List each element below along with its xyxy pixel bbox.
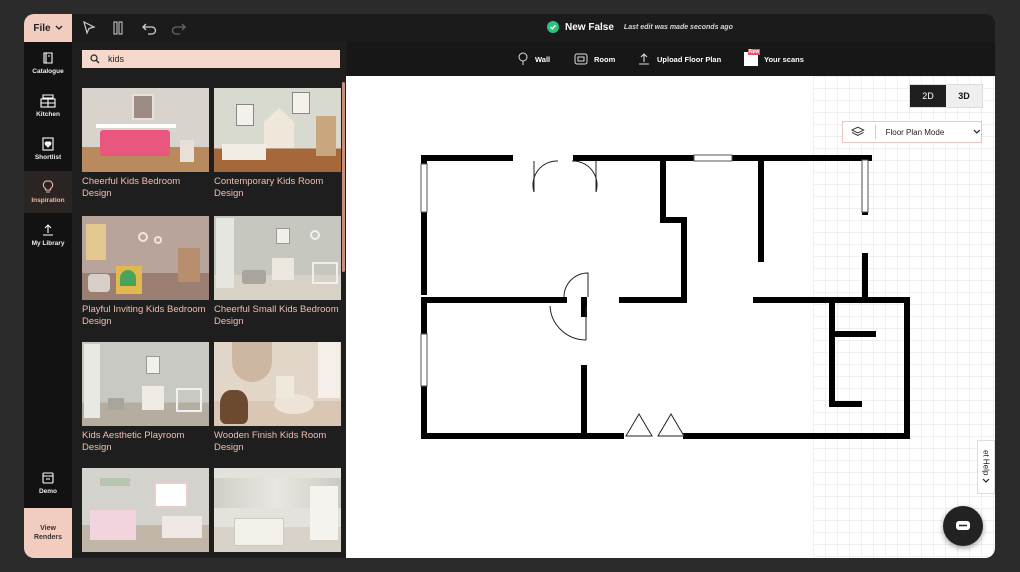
card-thumbnail [214, 216, 341, 300]
card-thumbnail [214, 342, 341, 426]
card-thumbnail [214, 88, 341, 172]
demo-icon [42, 472, 54, 484]
scan-icon: New [744, 49, 761, 66]
wall-tool-button[interactable]: Wall [517, 52, 550, 66]
inspiration-card[interactable] [82, 468, 209, 556]
select-pointer-icon[interactable] [80, 19, 98, 37]
card-thumbnail [82, 216, 209, 300]
left-rail: Catalogue Kitchen Shortlist Inspiration … [24, 42, 72, 558]
inspiration-card[interactable]: Playful Inviting Kids Bedroom Design [82, 216, 209, 328]
rail-item-kitchen[interactable]: Kitchen [24, 85, 72, 127]
room-icon [574, 53, 588, 65]
check-circle-icon [547, 21, 559, 33]
measure-icon[interactable] [109, 19, 127, 37]
rail-item-shortlist[interactable]: Shortlist [24, 128, 72, 170]
kitchen-icon [40, 94, 56, 108]
chat-icon [956, 521, 970, 530]
rail-label: Demo [38, 488, 58, 495]
mode-select[interactable]: Floor Plan Mode [842, 121, 982, 143]
rail-item-inspiration[interactable]: Inspiration [24, 171, 72, 213]
rail-label: Catalogue [32, 68, 64, 75]
app-window: File New False Last edit was made second… [24, 14, 995, 558]
room-tool-button[interactable]: Room [574, 52, 615, 66]
card-thumbnail [82, 88, 209, 172]
inspiration-card[interactable]: Cheerful Small Kids Bedroom Design [214, 216, 341, 328]
get-help-tab[interactable]: et Help [977, 440, 995, 494]
wall-tool-label: Wall [535, 54, 551, 64]
rail-label: Kitchen [36, 111, 60, 118]
new-badge: New [748, 49, 761, 55]
inspiration-card[interactable] [214, 468, 341, 556]
card-title: Cheerful Kids Bedroom Design [82, 176, 181, 199]
chevron-down-icon [973, 129, 981, 134]
your-scans-button[interactable]: New Your scans [744, 49, 804, 66]
card-thumbnail [214, 468, 341, 552]
upload-icon [43, 224, 53, 236]
toggle-3d-button[interactable]: 3D [946, 85, 982, 107]
search-icon [90, 54, 100, 64]
scrollbar[interactable] [342, 82, 345, 272]
rail-label: My Library [31, 240, 65, 247]
inspiration-card[interactable]: Wooden Finish Kids Room Design [214, 342, 341, 454]
card-thumbnail [82, 342, 209, 426]
card-title: Contemporary Kids Room Design [214, 176, 324, 199]
shortlist-icon [42, 137, 54, 151]
view-renders-button[interactable]: View Renders [24, 508, 72, 558]
search-input[interactable] [108, 54, 308, 64]
upload-floor-plan-button[interactable]: Upload Floor Plan [637, 52, 721, 66]
catalogue-icon [43, 52, 53, 64]
card-title: Cheerful Small Kids Bedroom Design [214, 304, 339, 327]
help-label: et Help [981, 449, 991, 476]
wall-icon [518, 52, 528, 65]
card-thumbnail [82, 468, 209, 552]
rail-label: Shortlist [34, 154, 62, 161]
chat-button[interactable] [943, 506, 983, 546]
toggle-2d-button[interactable]: 2D [910, 85, 946, 107]
project-status: New False Last edit was made seconds ago [547, 21, 733, 33]
rail-item-my-library[interactable]: My Library [24, 214, 72, 256]
undo-icon[interactable] [140, 19, 158, 37]
lightbulb-icon [42, 180, 54, 193]
view-toggle: 2D 3D [909, 84, 983, 108]
floor-plan-canvas[interactable]: 2D 3D Floor Plan Mode et Help [346, 76, 995, 558]
project-name[interactable]: New False [565, 22, 614, 33]
separator [874, 125, 876, 139]
rail-label: Inspiration [31, 197, 65, 204]
room-tool-label: Room [594, 54, 616, 64]
redo-icon[interactable] [170, 19, 188, 37]
inspiration-card[interactable]: Kids Aesthetic Playroom Design [82, 342, 209, 454]
search-bar[interactable] [82, 50, 340, 68]
inspiration-card[interactable]: Cheerful Kids Bedroom Design [82, 88, 209, 200]
layers-icon [851, 126, 865, 136]
canvas-toolbar: Wall Room Upload Floor Plan New Your sca… [347, 42, 995, 76]
card-title: Kids Aesthetic Playroom Design [82, 430, 185, 453]
top-bar: File New False Last edit was made second… [24, 14, 995, 42]
rail-item-demo[interactable]: Demo [24, 462, 72, 504]
last-edit-text: Last edit was made seconds ago [623, 23, 733, 31]
mode-value: Floor Plan Mode [885, 127, 945, 137]
device-frame: File New False Last edit was made second… [0, 0, 1020, 572]
file-label: File [33, 22, 51, 34]
chevron-down-icon [982, 478, 990, 484]
chevron-down-icon [55, 25, 63, 30]
your-scans-label: Your scans [764, 54, 804, 64]
file-menu-button[interactable]: File [24, 14, 72, 42]
inspiration-panel: Cheerful Kids Bedroom Design Contemporar… [72, 42, 347, 558]
floor-plan-drawing [420, 154, 910, 439]
inspiration-card[interactable]: Contemporary Kids Room Design [214, 88, 341, 200]
upload-icon [639, 53, 649, 65]
rail-item-catalogue[interactable]: Catalogue [24, 42, 72, 84]
upload-floor-plan-label: Upload Floor Plan [657, 54, 722, 64]
card-title: Playful Inviting Kids Bedroom Design [82, 304, 206, 327]
card-title: Wooden Finish Kids Room Design [214, 430, 327, 453]
